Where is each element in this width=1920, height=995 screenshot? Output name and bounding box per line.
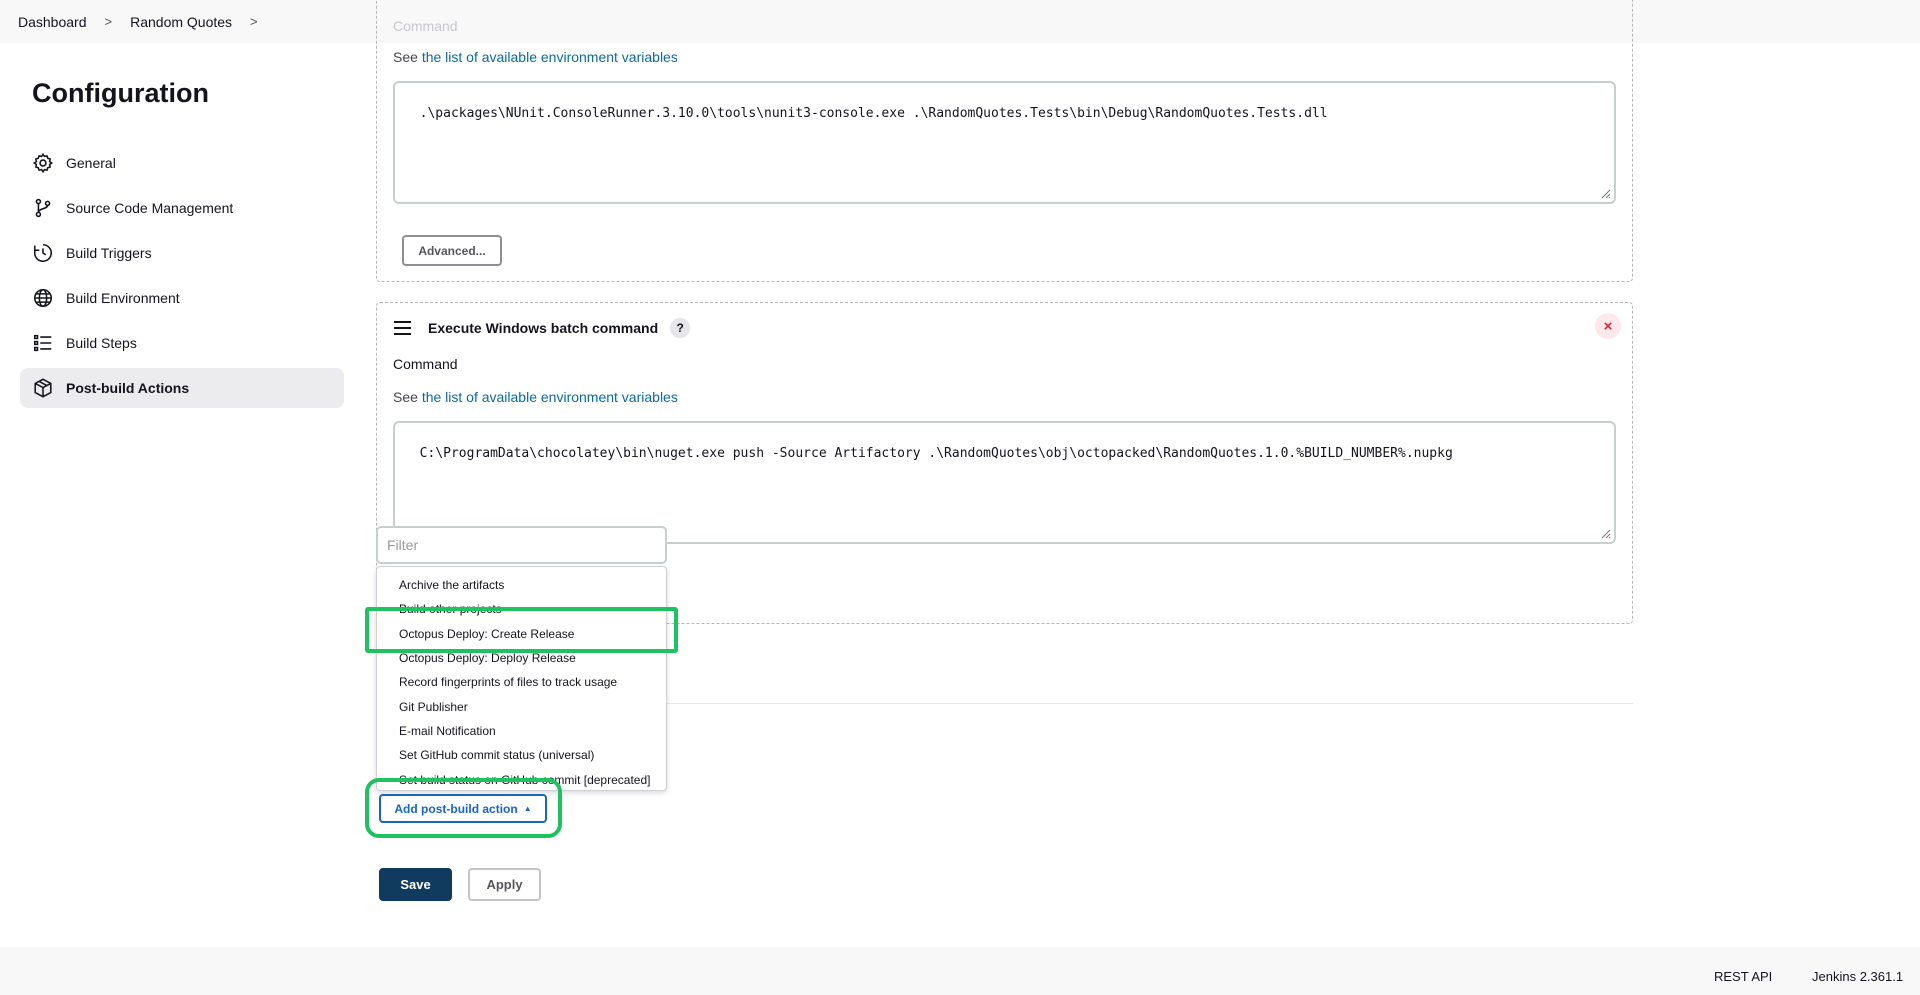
highlight-annotation [365,778,562,838]
package-icon [32,377,54,399]
sidebar-item-general[interactable]: General [20,143,344,183]
command-text: C:\ProgramData\chocolatey\bin\nuget.exe … [419,446,1453,461]
env-vars-hint: See the list of available environment va… [393,389,678,405]
breadcrumb-random-quotes[interactable]: Random Quotes [130,14,232,30]
resize-grip-icon[interactable] [1599,527,1611,539]
env-vars-link[interactable]: the list of available environment variab… [422,49,678,65]
delete-step-button[interactable]: × [1595,313,1621,339]
footer [0,947,1920,995]
breadcrumb-dashboard[interactable]: Dashboard [18,14,87,30]
menu-item[interactable]: E-mail Notification [377,719,666,743]
step-header: Execute Windows batch command ? [394,318,691,338]
menu-item[interactable]: Set GitHub commit status (universal) [377,743,666,767]
breadcrumb-separator: > [104,14,113,29]
advanced-button[interactable]: Advanced... [402,235,502,266]
post-build-action-menu: Archive the artifacts Build other projec… [376,566,667,791]
sidebar-item-label: General [66,155,116,171]
sidebar-item-build-triggers[interactable]: Build Triggers [20,233,344,273]
clock-icon [32,242,54,264]
menu-item[interactable]: Archive the artifacts [377,573,666,597]
branch-icon [32,197,54,219]
sidebar-item-label: Build Steps [66,335,137,351]
jenkins-version-link[interactable]: Jenkins 2.361.1 [1812,969,1903,984]
sidebar-item-source-code-management[interactable]: Source Code Management [20,188,344,228]
drag-handle-icon[interactable] [394,321,411,335]
env-vars-link[interactable]: the list of available environment variab… [422,389,678,405]
command-label: Command [393,356,458,372]
env-vars-hint: See the list of available environment va… [393,49,678,65]
filter-input[interactable] [376,526,667,564]
resize-grip-icon[interactable] [1599,187,1611,199]
sidebar-item-label: Source Code Management [66,200,234,216]
menu-item[interactable]: Record fingerprints of files to track us… [377,670,666,694]
apply-button[interactable]: Apply [468,868,541,901]
menu-item[interactable]: Git Publisher [377,694,666,718]
breadcrumb-separator[interactable]: > [250,14,258,29]
command-text: .\packages\NUnit.ConsoleRunner.3.10.0\to… [419,106,1328,121]
gear-icon [32,152,54,174]
highlight-annotation [365,607,678,653]
help-icon[interactable]: ? [670,318,691,338]
hint-prefix: See [393,389,422,405]
step-title: Execute Windows batch command [428,320,659,336]
save-button[interactable]: Save [379,868,452,901]
sidebar-item-label: Post-build Actions [66,380,190,396]
sidebar-item-label: Build Triggers [66,245,152,261]
sidebar-nav: General Source Code Management Build Tri… [20,143,344,413]
rest-api-link[interactable]: REST API [1714,969,1772,984]
list-icon [32,332,54,354]
globe-icon [32,287,54,309]
command-textarea[interactable]: .\packages\NUnit.ConsoleRunner.3.10.0\to… [393,81,1616,204]
hint-prefix: See [393,49,422,65]
sidebar-item-build-steps[interactable]: Build Steps [20,323,344,363]
command-label: Command [393,18,458,34]
page-title: Configuration [32,78,209,108]
sidebar-item-label: Build Environment [66,290,180,306]
sidebar-item-post-build-actions[interactable]: Post-build Actions [20,368,344,408]
sidebar-item-build-environment[interactable]: Build Environment [20,278,344,318]
